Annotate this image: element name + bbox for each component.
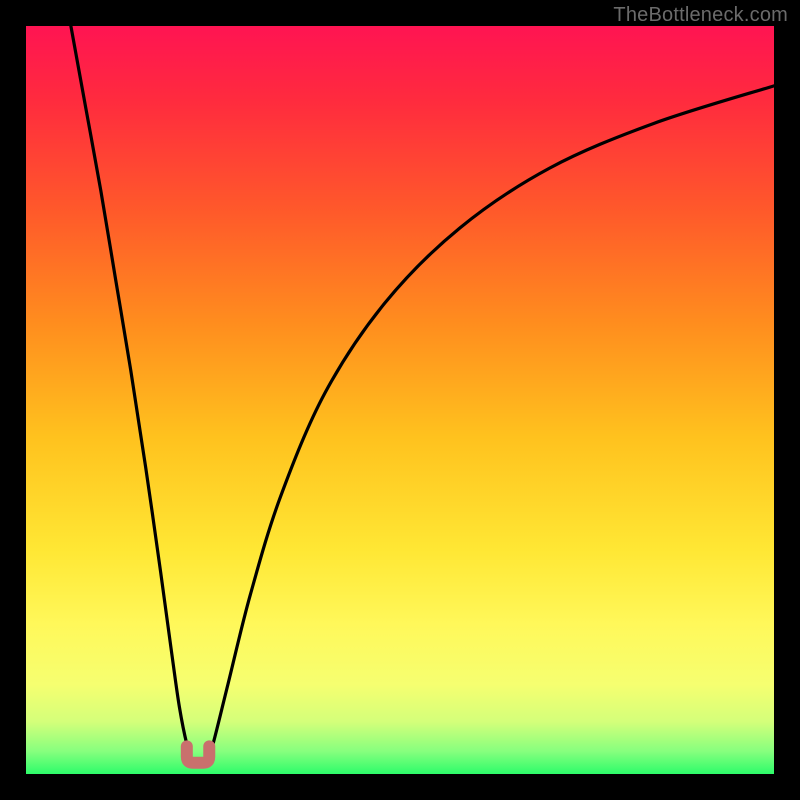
curves-layer — [26, 26, 774, 774]
curve-right-branch — [206, 86, 774, 767]
watermark-text: TheBottleneck.com — [613, 4, 788, 27]
curve-left-branch — [71, 26, 194, 767]
chart-frame: TheBottleneck.com — [0, 0, 800, 800]
plot-area — [26, 26, 774, 774]
bottleneck-marker — [187, 746, 209, 762]
